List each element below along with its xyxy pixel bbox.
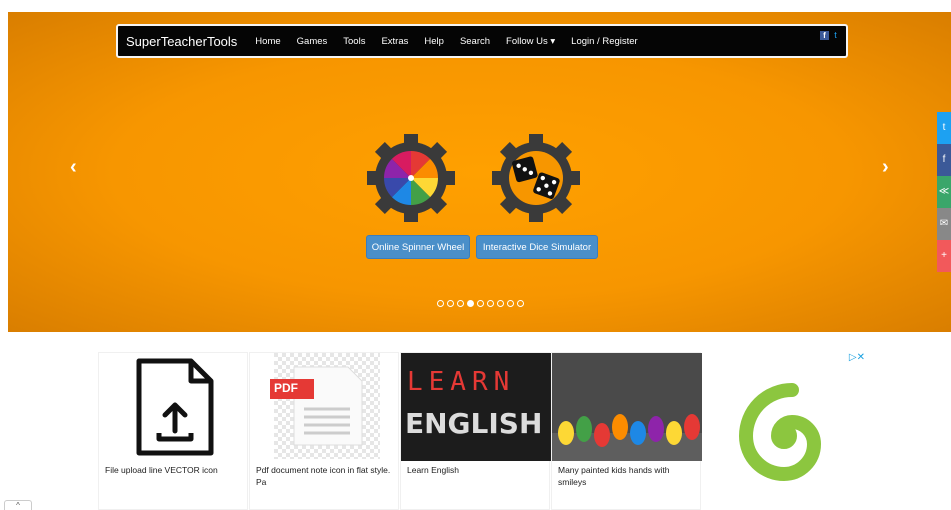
facebook-share-icon[interactable]: f <box>937 144 951 176</box>
carousel-indicator[interactable] <box>477 300 484 307</box>
plus-icon[interactable]: + <box>937 240 951 272</box>
painted-hands-image <box>552 353 702 461</box>
interactive-dice-simulator-button[interactable]: Interactive Dice Simulator <box>476 235 598 259</box>
green-spiral-logo <box>738 383 822 482</box>
online-spinner-wheel-button[interactable]: Online Spinner Wheel <box>366 235 470 259</box>
share-sidebar: t f ≪ ✉ + <box>937 112 951 272</box>
carousel-indicator[interactable] <box>457 300 464 307</box>
learn-english-image: LEARN ENGLISH <box>401 353 551 461</box>
mail-icon[interactable]: ✉ <box>937 208 951 240</box>
carousel-indicator[interactable] <box>517 300 524 307</box>
nav-home[interactable]: Home <box>255 36 280 47</box>
hero-carousel: SuperTeacherTools Home Games Tools Extra… <box>8 12 951 332</box>
ad-caption: Learn English <box>407 465 459 475</box>
carousel-indicator[interactable] <box>487 300 494 307</box>
dice-simulator-icon[interactable] <box>490 132 582 224</box>
nav-search[interactable]: Search <box>460 36 490 47</box>
nav-tools[interactable]: Tools <box>343 36 365 47</box>
nav-extras[interactable]: Extras <box>381 36 408 47</box>
ad-card[interactable]: LEARN ENGLISH Learn English <box>400 352 551 510</box>
navbar-social: f t <box>820 31 840 40</box>
file-upload-icon <box>136 358 214 456</box>
carousel-prev-button[interactable]: ‹ <box>70 156 77 179</box>
carousel-indicator[interactable] <box>497 300 504 307</box>
share-icon[interactable]: ≪ <box>937 176 951 208</box>
ad-card[interactable]: Many painted kids hands with smileys <box>551 352 702 510</box>
twitter-icon[interactable]: t <box>831 31 840 40</box>
learn-word: LEARN <box>407 367 516 397</box>
ad-spiral-card[interactable]: ▷✕ <box>702 352 867 510</box>
pdf-document-icon <box>270 353 380 459</box>
carousel-indicators <box>437 300 524 307</box>
top-navbar: SuperTeacherTools Home Games Tools Extra… <box>116 24 848 58</box>
nav-help[interactable]: Help <box>424 36 444 47</box>
pdf-badge: PDF <box>274 381 298 395</box>
ad-caption: Pdf document note icon in flat style. Pa <box>256 465 391 487</box>
nav-login-register[interactable]: Login / Register <box>571 36 638 47</box>
nav-games[interactable]: Games <box>297 36 328 47</box>
twitter-share-icon[interactable]: t <box>937 112 951 144</box>
carousel-next-button[interactable]: › <box>882 156 889 179</box>
english-word: ENGLISH <box>405 407 543 440</box>
ad-strip: File upload line VECTOR icon PDF Pdf doc… <box>98 352 868 510</box>
ad-caption: File upload line VECTOR icon <box>105 465 218 475</box>
brand-link[interactable]: SuperTeacherTools <box>126 34 237 49</box>
carousel-indicator[interactable] <box>507 300 514 307</box>
ad-caption: Many painted kids hands with smileys <box>558 465 670 487</box>
carousel-indicator[interactable] <box>447 300 454 307</box>
carousel-indicator-active[interactable] <box>467 300 474 307</box>
ad-card[interactable]: File upload line VECTOR icon <box>98 352 248 510</box>
nav-follow-us[interactable]: Follow Us ▾ <box>506 36 555 47</box>
scroll-to-top-button[interactable]: ^ <box>4 500 32 510</box>
facebook-icon[interactable]: f <box>820 31 829 40</box>
spinner-wheel-icon[interactable] <box>365 132 457 224</box>
carousel-indicator[interactable] <box>437 300 444 307</box>
ad-card[interactable]: PDF Pdf document note icon in flat style… <box>249 352 399 510</box>
